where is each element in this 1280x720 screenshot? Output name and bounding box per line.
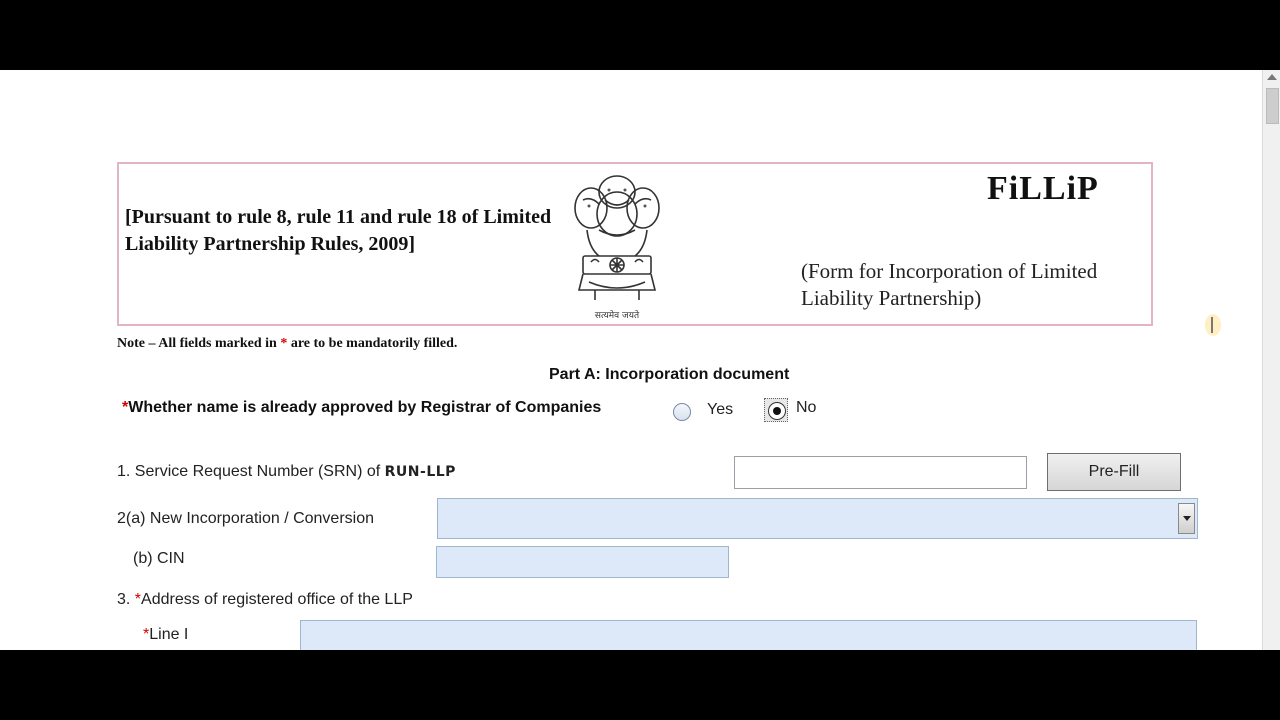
prefill-button[interactable]: Pre-Fill [1047, 453, 1181, 491]
form-description: (Form for Incorporation of Limited Liabi… [801, 259, 1098, 310]
srn-label: 1. Service Request Number (SRN) of RUN-L… [117, 463, 456, 480]
incorporation-label: 2(a) New Incorporation / Conversion [117, 510, 375, 527]
radio-no[interactable] [768, 402, 786, 420]
vertical-scrollbar[interactable] [1262, 70, 1280, 650]
form-name: FiLLiP [987, 170, 1099, 207]
address-line1-label: *Line I [143, 626, 189, 643]
cin-input[interactable] [436, 546, 729, 578]
address-label: 3. *Address of registered office of the … [117, 591, 413, 608]
srn-input[interactable] [734, 456, 1027, 489]
text-cursor-icon [1205, 314, 1221, 336]
cin-label: (b) CIN [133, 550, 185, 567]
radio-yes[interactable] [673, 403, 691, 421]
part-title: Part A: Incorporation document [549, 366, 790, 383]
emblem-motto: सत्यमेव जयते [594, 311, 640, 321]
scroll-up-arrow-icon[interactable] [1267, 74, 1277, 80]
form-header: [Pursuant to rule 8, rule 11 and rule 18… [117, 162, 1221, 336]
chevron-down-icon [1183, 516, 1191, 521]
radio-no-focus[interactable] [764, 398, 788, 422]
scroll-thumb[interactable] [1266, 88, 1279, 124]
rule-reference: [Pursuant to rule 8, rule 11 and rule 18… [125, 206, 552, 255]
mandatory-note: Note – All fields marked in * are to be … [117, 336, 458, 351]
name-approved-question: *Whether name is already approved by Reg… [122, 399, 602, 416]
radio-selected-dot [773, 407, 781, 415]
incorporation-select[interactable] [437, 498, 1198, 539]
radio-yes-label[interactable]: Yes [707, 401, 733, 419]
form-page: [Pursuant to rule 8, rule 11 and rule 18… [0, 70, 1262, 650]
address-line1-input[interactable] [300, 620, 1197, 650]
dropdown-button[interactable] [1178, 503, 1195, 534]
radio-no-label[interactable]: No [796, 399, 816, 417]
run-llp-label: RUN-LLP [384, 464, 456, 480]
national-emblem-icon [574, 175, 660, 300]
